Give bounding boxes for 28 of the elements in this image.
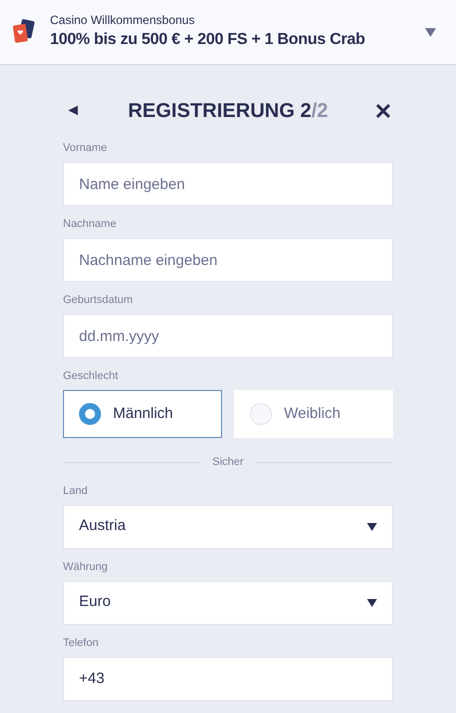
radio-icon bbox=[250, 403, 272, 425]
field-label: Nachname bbox=[63, 218, 118, 231]
field-label: Vorname bbox=[63, 142, 108, 155]
select-field[interactable]: Euro bbox=[63, 580, 393, 624]
input-field[interactable]: +43 bbox=[63, 656, 393, 700]
radio-option[interactable]: Weiblich bbox=[234, 390, 393, 438]
select-field[interactable]: Austria bbox=[63, 504, 393, 548]
dropdown-caret-icon bbox=[367, 522, 377, 530]
expand-caret-icon bbox=[425, 28, 436, 36]
input-field[interactable]: Nachname eingeben bbox=[63, 238, 393, 282]
close-button[interactable]: ✕ bbox=[372, 94, 393, 128]
input-field[interactable]: dd.mm.yyyy bbox=[63, 314, 393, 358]
dropdown-caret-icon bbox=[367, 598, 377, 606]
divider-label: Sicher bbox=[212, 455, 244, 470]
bonus-banner[interactable]: Casino Willkommensbonus 100% bis zu 500 € + 200 FS + 1 Bonus Crab bbox=[0, 0, 456, 65]
field-label: Währung bbox=[63, 560, 109, 574]
field-label: Geschlecht bbox=[63, 370, 120, 383]
bonus-offer: 100% bis zu 500 € + 200 FS + 1 Bonus Crab bbox=[50, 30, 366, 50]
bonus-caption: Casino Willkommensbonus bbox=[50, 12, 196, 28]
playing-cards-icon bbox=[12, 19, 36, 45]
back-button[interactable]: ◄ bbox=[63, 99, 83, 123]
page-title: REGISTRIERUNG 2/2 bbox=[128, 99, 328, 124]
radio-icon bbox=[79, 403, 101, 425]
field-label: Geburtsdatum bbox=[63, 294, 134, 307]
field-label: Land bbox=[63, 484, 88, 498]
radio-option[interactable]: Männlich bbox=[63, 390, 222, 438]
input-field[interactable]: Name eingeben bbox=[63, 162, 393, 206]
field-label: Telefon bbox=[63, 636, 100, 650]
